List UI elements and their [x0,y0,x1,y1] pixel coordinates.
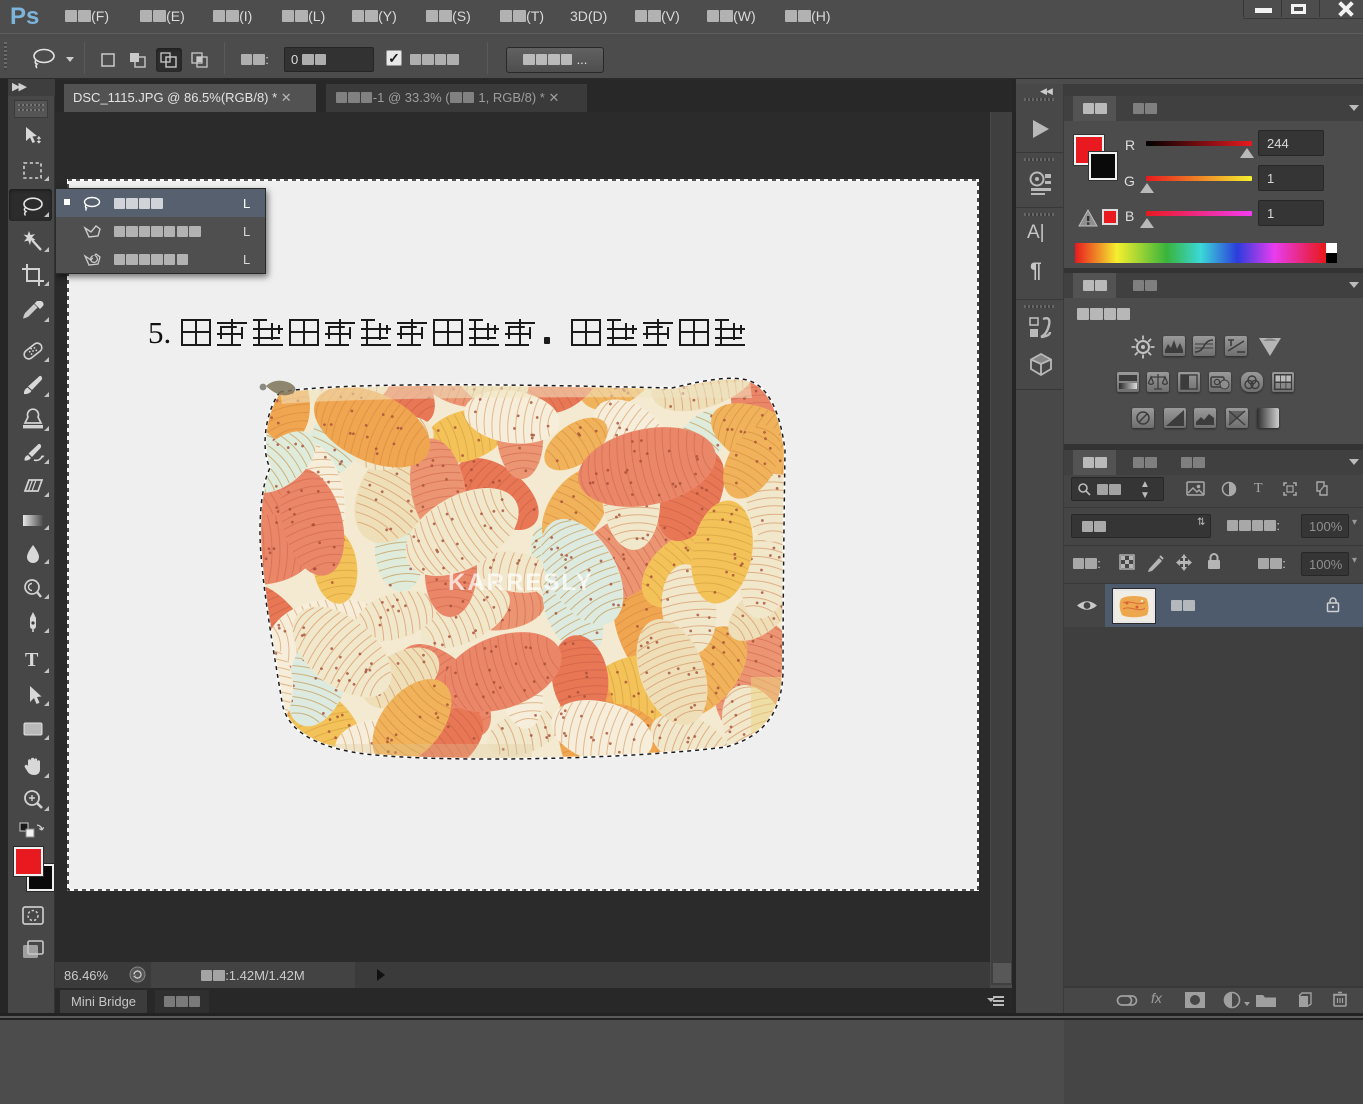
svg-text:KARRESLY: KARRESLY [448,569,594,596]
